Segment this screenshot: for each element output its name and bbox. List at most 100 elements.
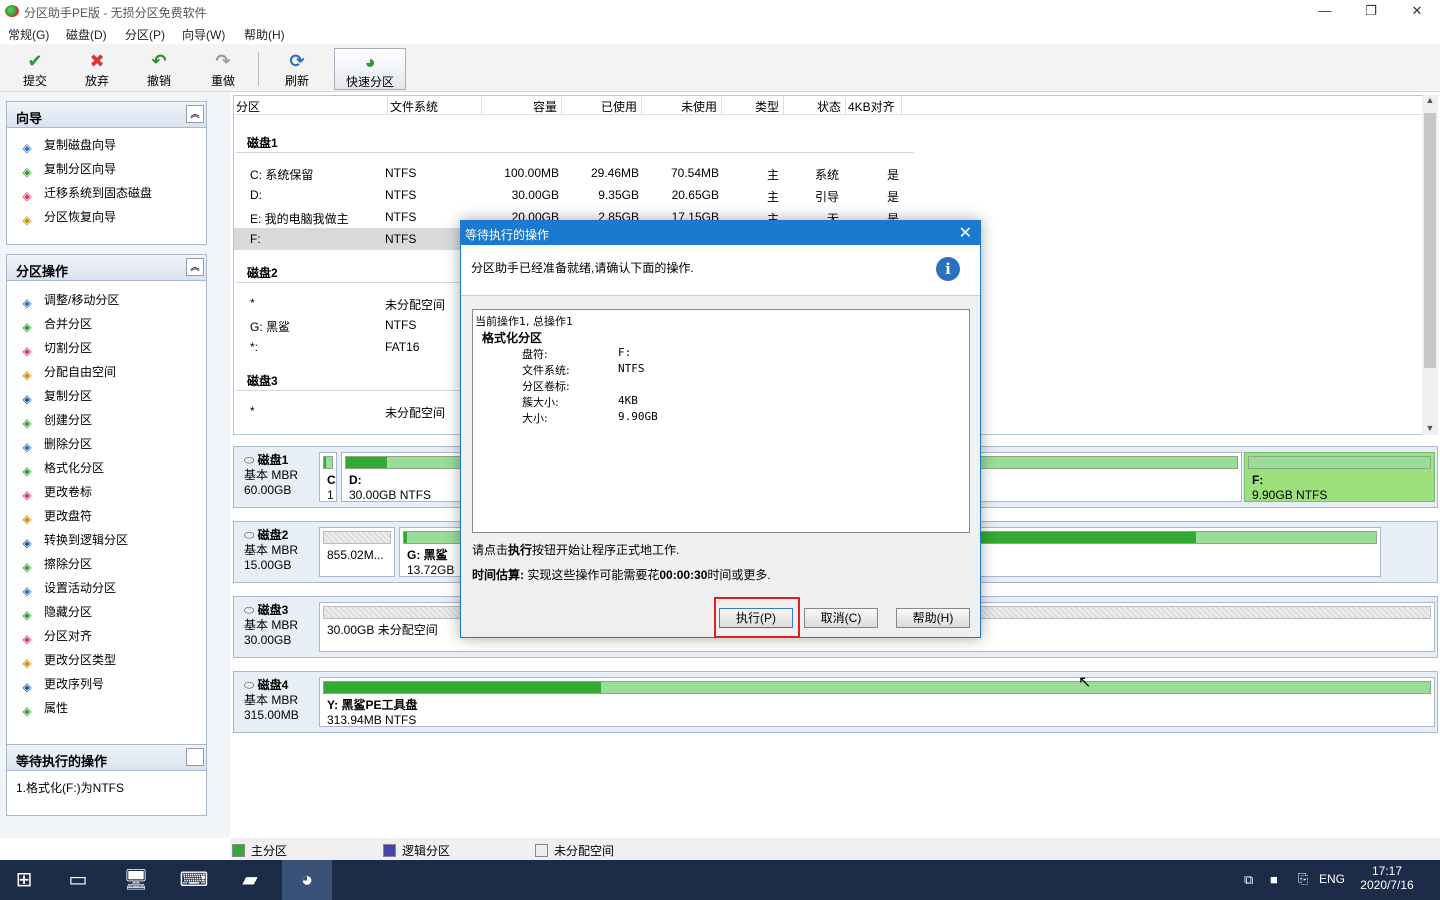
menu-bar: 常规(G) 磁盘(D) 分区(P) 向导(W) 帮助(H)	[0, 22, 1440, 44]
computer-icon[interactable]: 🖥	[112, 860, 160, 900]
vertical-scrollbar[interactable]: ▲ ▼	[1422, 95, 1438, 435]
table-cell: *	[250, 296, 255, 310]
disk-label[interactable]: 磁盘1	[247, 134, 278, 151]
collapse-icon[interactable]	[186, 748, 204, 766]
usage-fill	[324, 457, 327, 468]
partition-block[interactable]: F: 9.90GB NTFS	[1244, 452, 1435, 502]
sidebar-item[interactable]: ◈ 复制分区	[7, 383, 206, 407]
sidebar-item[interactable]: ◈ 调整/移动分区	[7, 287, 206, 311]
sidebar-item[interactable]: ◈ 创建分区	[7, 407, 206, 431]
sidebar-item[interactable]: ◈ 分区对齐	[7, 623, 206, 647]
minimize-button[interactable]: —	[1302, 0, 1348, 22]
partition-assistant-task-icon[interactable]: ◕	[282, 860, 332, 900]
table-cell: G: 黑鲨	[250, 320, 291, 334]
column-header[interactable]: 状态	[784, 96, 846, 114]
menu-wizard[interactable]: 向导(W)	[182, 26, 225, 43]
undo-icon: ↶	[151, 51, 167, 71]
dialog-title: 等待执行的操作	[465, 228, 550, 242]
menu-partition[interactable]: 分区(P)	[125, 26, 165, 43]
sidebar-item[interactable]: ◈ 更改序列号	[7, 671, 206, 695]
disk-type: 基本 MBR	[244, 543, 299, 557]
sidebar-item[interactable]: ◈ 迁移系统到固态磁盘	[7, 180, 206, 204]
collapse-icon[interactable]: ︽	[186, 105, 204, 123]
usb-icon[interactable]: ⎘	[1298, 871, 1308, 887]
scroll-thumb[interactable]	[1424, 113, 1436, 368]
refresh-button[interactable]: ⟳ 刷新	[270, 48, 324, 90]
menu-disk[interactable]: 磁盘(D)	[66, 26, 107, 43]
sidebar-item[interactable]: ◈ 格式化分区	[7, 455, 206, 479]
sidebar-item-label: 删除分区	[44, 437, 93, 451]
sidebar-item[interactable]: ◈ 删除分区	[7, 431, 206, 455]
menu-help[interactable]: 帮助(H)	[244, 26, 285, 43]
maximize-button[interactable]: ❐	[1348, 0, 1394, 22]
disk-label[interactable]: 磁盘3	[247, 372, 278, 389]
legend-logical: 逻辑分区	[383, 842, 450, 859]
redo-button[interactable]: ↷ 重做	[196, 48, 250, 90]
clock[interactable]: 17:17 2020/7/16	[1356, 864, 1418, 892]
partition-block[interactable]: Y: 黑鲨PE工具盘 313.94MB NTFS	[319, 677, 1435, 727]
dialog-close-icon[interactable]: ✕	[959, 223, 972, 243]
table-row[interactable]: C: 系统保留 NTFS 100.00MB 29.46MB 70.54MB 主 系统 是	[234, 162, 914, 184]
sidebar-item[interactable]: ◈ 复制磁盘向导	[7, 132, 206, 156]
sidebar-item[interactable]: ◈ 更改分区类型	[7, 647, 206, 671]
language-indicator[interactable]: ENG	[1319, 872, 1345, 886]
partition-block[interactable]: C1	[319, 452, 337, 502]
pending-item[interactable]: 1.格式化(F:)为NTFS	[16, 779, 206, 796]
menu-general[interactable]: 常规(G)	[8, 26, 49, 43]
sidebar-item[interactable]: ◈ 复制分区向导	[7, 156, 206, 180]
collapse-icon[interactable]: ︽	[186, 258, 204, 276]
sidebar-item[interactable]: ◈ 切割分区	[7, 335, 206, 359]
drive-icon[interactable]: ▭	[54, 860, 102, 900]
sidebar-item[interactable]: ◈ 合并分区	[7, 311, 206, 335]
wizard-panel: 向导 ︽ ◈ 复制磁盘向导 ◈ 复制分区向导 ◈ 迁移系统到固态磁盘 ◈ 分区恢复向导	[6, 101, 207, 245]
folder-icon[interactable]: ▰	[226, 860, 274, 900]
disk-info[interactable]: ⬭ 磁盘3 基本 MBR 30.00GB	[244, 603, 298, 648]
operations-detail-box[interactable]: 当前操作1, 总操作1 格式化分区 盘符: F: 文件系统: NTFS 分区卷标: 簇大小…	[472, 309, 970, 533]
usage-bar	[345, 456, 479, 469]
partition-block[interactable]: G: 黑鲨 13.72GB	[399, 527, 467, 577]
sidebar-item[interactable]: ◈ 擦除分区	[7, 551, 206, 575]
discard-button[interactable]: ✖ 放弃	[70, 48, 124, 90]
column-header[interactable]: 分区	[234, 96, 388, 114]
disk-map-row[interactable]: ⬭ 磁盘4 基本 MBR 315.00MB Y: 黑鲨PE工具盘 313.94MB NT…	[233, 671, 1438, 733]
keyboard-icon[interactable]: ⌨	[170, 860, 218, 900]
sidebar-item[interactable]: ◈ 隐藏分区	[7, 599, 206, 623]
disk-name-text: 磁盘1	[257, 453, 289, 467]
display-icon[interactable]: ■	[1270, 872, 1278, 887]
column-header[interactable]: 容量	[482, 96, 562, 114]
column-header[interactable]: 文件系统	[388, 96, 482, 114]
clock-time: 17:17	[1371, 864, 1403, 878]
column-header[interactable]: 类型	[722, 96, 784, 114]
help-button[interactable]: 帮助(H)	[896, 608, 970, 628]
op-icon: ◈	[22, 584, 32, 598]
op-icon: ◈	[22, 320, 32, 334]
op-field-label: 分区卷标:	[522, 380, 570, 393]
quick-partition-button[interactable]: ◕ 快速分区	[334, 48, 406, 90]
partition-block[interactable]: 855.02M...	[319, 527, 395, 577]
sidebar-item[interactable]: ◈ 更改盘符	[7, 503, 206, 527]
column-header[interactable]: 4KB对齐	[846, 96, 902, 114]
start-windows-icon[interactable]: ⊞	[0, 860, 48, 900]
sidebar-item[interactable]: ◈ 转换到逻辑分区	[7, 527, 206, 551]
disk-name-text: 磁盘3	[257, 603, 289, 617]
sidebar-item[interactable]: ◈ 分区恢复向导	[7, 204, 206, 228]
network-icon[interactable]: ⧉	[1244, 872, 1253, 888]
disk-info[interactable]: ⬭ 磁盘4 基本 MBR 315.00MB	[244, 678, 299, 723]
sidebar-item[interactable]: ◈ 分配自由空间	[7, 359, 206, 383]
undo-button[interactable]: ↶ 撤销	[132, 48, 186, 90]
column-header[interactable]: 已使用	[562, 96, 642, 114]
column-header[interactable]: 未使用	[642, 96, 722, 114]
disk-label[interactable]: 磁盘2	[247, 264, 278, 281]
check-button[interactable]: ✔ 提交	[8, 48, 62, 90]
execute-button[interactable]: 执行(P)	[719, 608, 793, 628]
sidebar-item[interactable]: ◈ 更改卷标	[7, 479, 206, 503]
disk-info[interactable]: ⬭ 磁盘2 基本 MBR 15.00GB	[244, 528, 298, 573]
table-row[interactable]: D: NTFS 30.00GB 9.35GB 20.65GB 主 引导 是	[234, 184, 914, 206]
cancel-button[interactable]: 取消(C)	[804, 608, 878, 628]
sidebar-item[interactable]: ◈ 设置活动分区	[7, 575, 206, 599]
op-icon: ◈	[22, 141, 32, 155]
close-button[interactable]: ✕	[1394, 0, 1440, 22]
discard-icon: ✖	[89, 51, 105, 71]
sidebar-item[interactable]: ◈ 属性	[7, 695, 206, 719]
disk-info[interactable]: ⬭ 磁盘1 基本 MBR 60.00GB	[244, 453, 298, 498]
